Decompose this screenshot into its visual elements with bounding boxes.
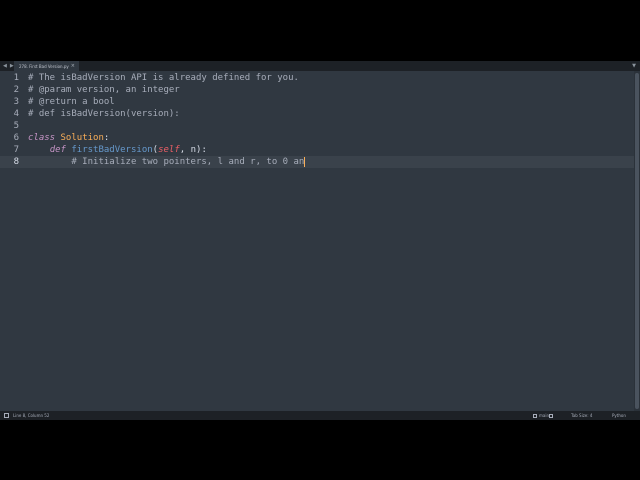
code-line: 4 # def isBadVersion(version): bbox=[0, 108, 634, 120]
scrollbar-thumb[interactable] bbox=[635, 73, 639, 409]
code-text: # The isBadVersion API is already define… bbox=[28, 73, 299, 83]
line-number: 2 bbox=[13, 85, 19, 95]
code-text: # Initialize two pointers, l and r, to 0… bbox=[28, 156, 306, 168]
params-token: , n): bbox=[179, 145, 207, 155]
code-line: 2 # @param version, an integer bbox=[0, 84, 634, 96]
code-text: # @param version, an integer bbox=[28, 85, 180, 95]
code-line: 5 bbox=[0, 120, 634, 132]
tab-nav: ◀ ▶ bbox=[3, 61, 14, 71]
keyword-token: class bbox=[28, 133, 56, 143]
line-number: 4 bbox=[13, 109, 19, 119]
vertical-scrollbar[interactable] bbox=[634, 71, 640, 411]
chevron-down-icon[interactable]: ▼ bbox=[632, 61, 636, 71]
code-line: 6 class Solution: bbox=[0, 132, 634, 144]
line-number: 3 bbox=[13, 97, 19, 107]
self-token: self bbox=[158, 145, 180, 155]
back-arrow-icon[interactable]: ◀ bbox=[3, 61, 7, 71]
tab-label: 278. First Bad Version.py bbox=[19, 63, 69, 69]
keyword-token: def bbox=[49, 145, 66, 155]
tab-size[interactable]: Tab Size: 4 bbox=[571, 411, 592, 420]
tab-first-bad-version[interactable]: 278. First Bad Version.py × bbox=[14, 61, 79, 71]
panel-toggle-icon[interactable] bbox=[4, 413, 9, 418]
code-text: class Solution: bbox=[28, 132, 109, 144]
comment-text: # Initialize two pointers, l and r, to 0… bbox=[28, 157, 305, 167]
function-name-token: firstBadVersion bbox=[71, 145, 153, 155]
punct-token: : bbox=[103, 133, 110, 143]
branch-name: main bbox=[539, 413, 549, 418]
code-text: def firstBadVersion(self, n): bbox=[28, 144, 207, 156]
line-number: 5 bbox=[13, 121, 19, 131]
branch-icon bbox=[533, 414, 537, 418]
class-name-token: Solution bbox=[60, 133, 104, 143]
tab-bar: ◀ ▶ 278. First Bad Version.py × ▼ bbox=[0, 61, 640, 71]
line-number: 8 bbox=[13, 157, 19, 167]
code-editor[interactable]: 1 # The isBadVersion API is already defi… bbox=[0, 71, 634, 411]
code-line: 1 # The isBadVersion API is already defi… bbox=[0, 72, 634, 84]
code-line: 3 # @return a bool bbox=[0, 96, 634, 108]
syntax-mode[interactable]: Python bbox=[612, 411, 626, 420]
gear-icon bbox=[549, 414, 553, 418]
status-bar: Line 8, Column 52 main Tab Size: 4 Pytho… bbox=[0, 411, 640, 420]
code-line-active: 8 # Initialize two pointers, l and r, to… bbox=[0, 156, 634, 168]
line-number: 7 bbox=[13, 145, 19, 155]
git-branch[interactable]: main bbox=[533, 411, 549, 420]
settings-icon[interactable] bbox=[549, 411, 555, 420]
code-line: 7 def firstBadVersion(self, n): bbox=[0, 144, 634, 156]
editor-window: ◀ ▶ 278. First Bad Version.py × ▼ 1 # Th… bbox=[0, 61, 640, 420]
line-number: 1 bbox=[13, 73, 19, 83]
line-number: 6 bbox=[13, 133, 19, 143]
code-text: # @return a bool bbox=[28, 97, 115, 107]
cursor-position[interactable]: Line 8, Column 52 bbox=[13, 411, 49, 420]
text-cursor bbox=[304, 156, 306, 167]
code-text: # def isBadVersion(version): bbox=[28, 109, 180, 119]
close-icon[interactable]: × bbox=[71, 61, 75, 71]
